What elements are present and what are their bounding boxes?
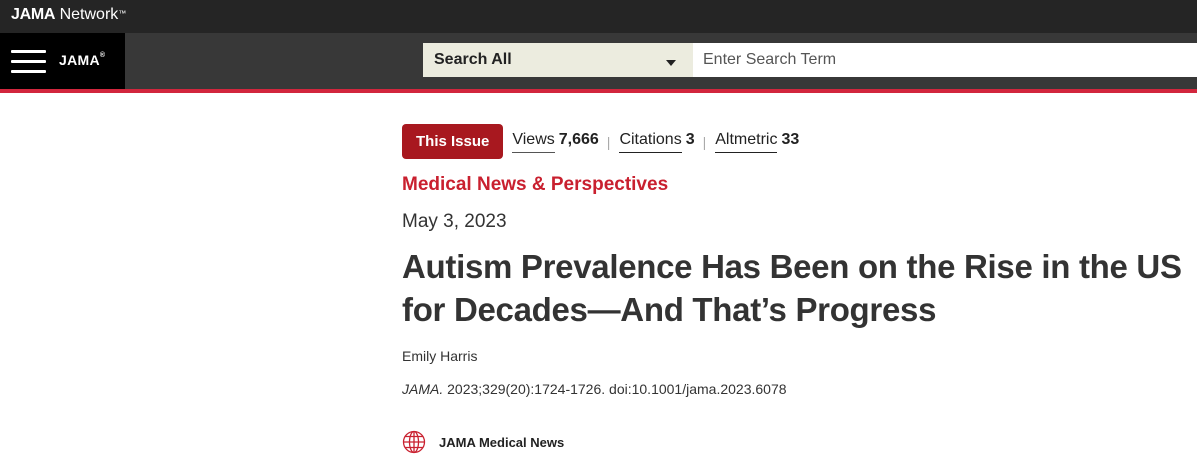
citations-label: Citations bbox=[619, 131, 682, 153]
altmetric-value: 33 bbox=[781, 130, 800, 148]
citation-journal: JAMA. bbox=[402, 381, 444, 397]
jama-logo-mark: ® bbox=[99, 52, 106, 59]
citations-value: 3 bbox=[685, 130, 695, 148]
search-input[interactable] bbox=[693, 43, 1197, 77]
article-author[interactable]: Emily Harris bbox=[402, 348, 477, 364]
brand-block: JAMA® bbox=[0, 33, 125, 89]
citations-metric[interactable]: Citations 3 bbox=[619, 130, 695, 153]
header-accent-rule bbox=[0, 89, 1197, 93]
views-metric: Views 7,666 bbox=[512, 130, 599, 153]
network-brand-bold: JAMA bbox=[11, 6, 56, 23]
globe-icon bbox=[402, 430, 426, 454]
caret-down-icon bbox=[666, 60, 676, 66]
news-source[interactable]: JAMA Medical News bbox=[402, 430, 564, 454]
network-bar: JAMA Network™ bbox=[0, 0, 1197, 33]
citation-details: 2023;329(20):1724-1726. doi:10.1001/jama… bbox=[443, 381, 787, 397]
article-title: Autism Prevalence Has Been on the Rise i… bbox=[402, 248, 1182, 328]
search-scope-select[interactable]: Search All bbox=[423, 43, 693, 77]
metric-separator: | bbox=[606, 133, 611, 150]
network-trademark: ™ bbox=[118, 9, 127, 18]
jama-logo-text: JAMA bbox=[59, 52, 100, 68]
views-value: 7,666 bbox=[558, 130, 599, 148]
article-metrics-bar: This Issue Views 7,666 | Citations 3 | A… bbox=[402, 124, 799, 159]
article-citation: JAMA. 2023;329(20):1724-1726. doi:10.100… bbox=[402, 381, 787, 397]
publication-date: May 3, 2023 bbox=[402, 211, 507, 232]
views-label: Views bbox=[512, 131, 555, 153]
jama-network-logo[interactable]: JAMA Network™ bbox=[11, 5, 126, 25]
network-brand-light: Network bbox=[59, 6, 119, 23]
this-issue-button[interactable]: This Issue bbox=[402, 124, 504, 159]
hamburger-menu-icon[interactable] bbox=[11, 50, 46, 74]
altmetric-metric[interactable]: Altmetric 33 bbox=[715, 131, 799, 153]
jama-logo[interactable]: JAMA® bbox=[59, 52, 105, 68]
main-header: JAMA® Search All bbox=[0, 33, 1197, 89]
article-section-link[interactable]: Medical News & Perspectives bbox=[402, 174, 668, 196]
news-source-label: JAMA Medical News bbox=[439, 434, 565, 450]
search-scope-label: Search All bbox=[434, 51, 512, 68]
altmetric-label: Altmetric bbox=[715, 131, 778, 153]
metric-separator: | bbox=[702, 133, 707, 150]
